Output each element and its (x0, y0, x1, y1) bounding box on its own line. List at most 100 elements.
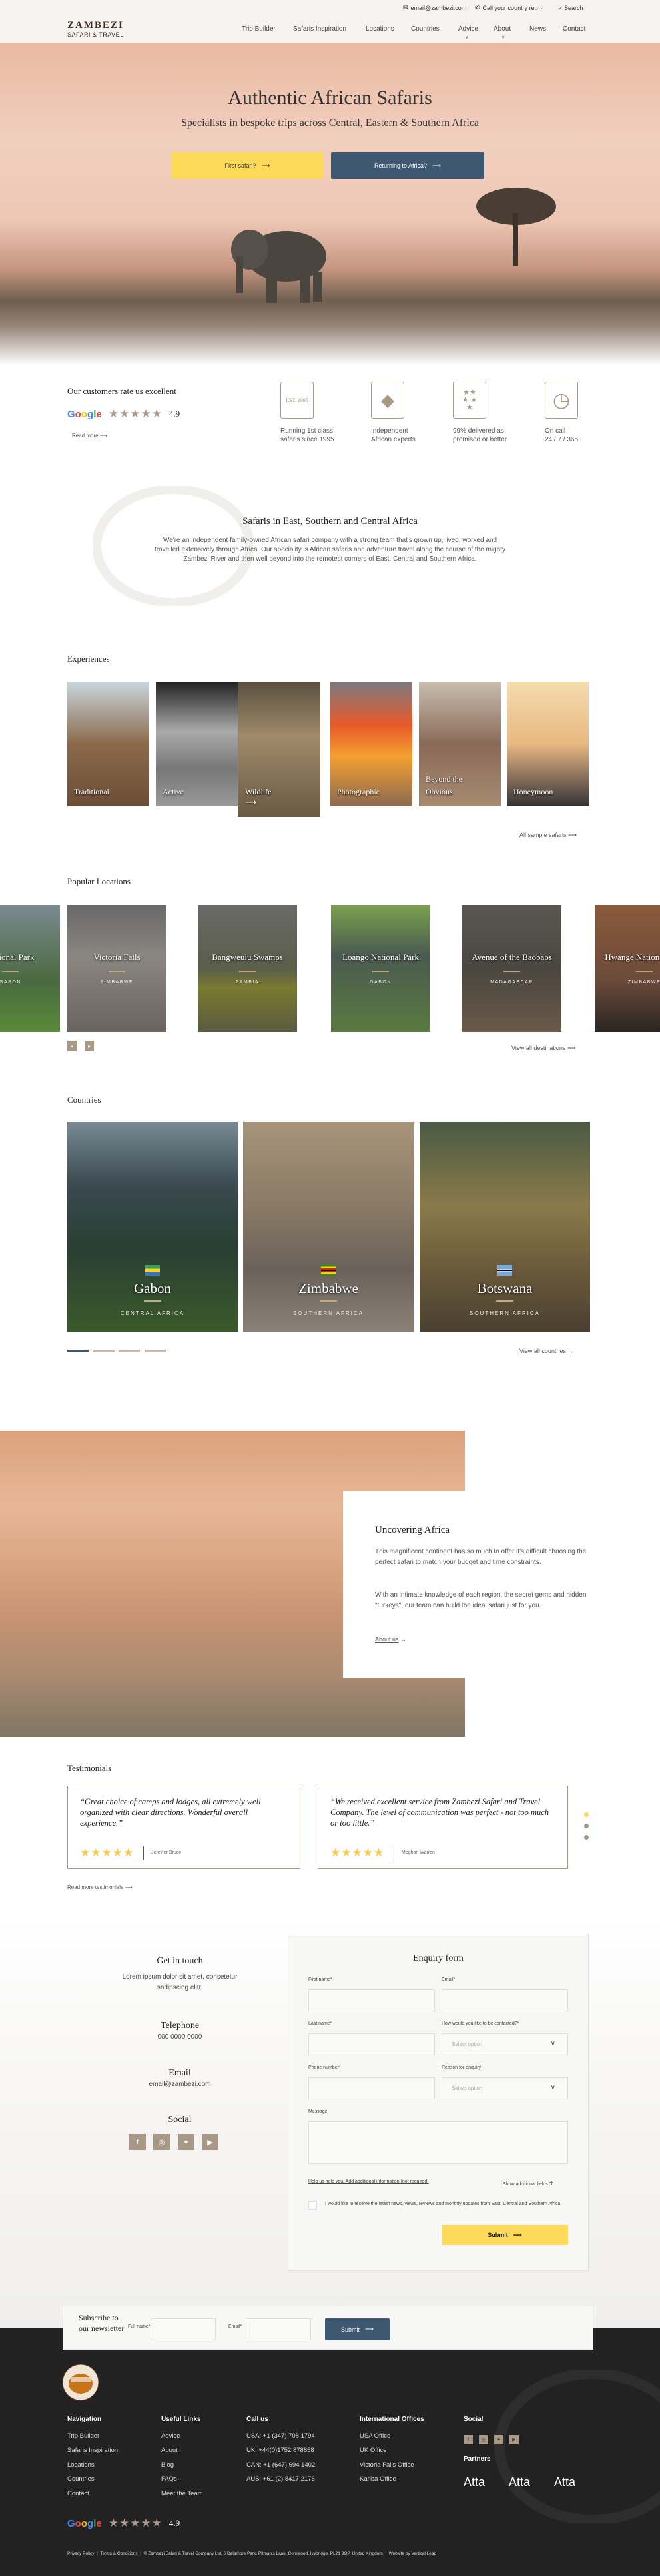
footer-link[interactable]: Advice (161, 2432, 180, 2440)
location-card[interactable]: Avenue of the Baobabs MADAGASCAR (462, 905, 561, 1032)
country-card-botswana[interactable]: Botswana SOUTHERN AFRICA (420, 1122, 590, 1332)
footer-logo[interactable] (62, 2364, 100, 2401)
experience-card-wildlife[interactable]: Wildlife ⟶ (238, 682, 320, 817)
zimbabwe-flag-icon (321, 1265, 336, 1276)
twitter-icon[interactable]: ✦ (178, 2134, 194, 2150)
footer-phone[interactable]: USA: +1 (347) 708 1794 (246, 2432, 315, 2440)
footer-call-title: Call us (246, 2416, 268, 2423)
location-card[interactable]: Hwange National ParkZIMBABWE (595, 905, 660, 1032)
testimonial-card: “Great choice of camps and lodges, all e… (67, 1786, 300, 1869)
carousel-next-button[interactable]: ▸ (85, 1041, 94, 1051)
footer-link[interactable]: Kariba Office (360, 2475, 396, 2483)
reason-select[interactable]: Select option ∨ (442, 2077, 568, 2099)
footer-link[interactable]: Victoria Falls Office (360, 2461, 414, 2469)
telephone-value[interactable]: 000 0000 0000 (100, 2033, 260, 2041)
facebook-icon[interactable]: f (129, 2134, 146, 2150)
nav-contact[interactable]: Contact (563, 25, 585, 33)
footer-phone[interactable]: AUS: +61 (2) 8417 2176 (246, 2475, 315, 2483)
location-card[interactable]: Loango National Park GABON (331, 905, 430, 1032)
additional-info-link[interactable]: Help us help you. Add additional informa… (308, 2179, 429, 2184)
experiences-title: Experiences (67, 654, 110, 664)
email-value[interactable]: email@zambezi.com (100, 2081, 260, 2088)
youtube-icon[interactable]: ▶ (202, 2134, 218, 2150)
consent-label: I would like to receive the latest news,… (325, 2202, 562, 2206)
footer-link[interactable]: Blog (161, 2461, 174, 2469)
search-button[interactable]: ⌕ Search (558, 4, 583, 11)
footer-link[interactable]: Safaris Inspiration (67, 2447, 118, 2454)
location-card[interactable]: Victoria Falls ZIMBABWE (67, 905, 166, 1032)
footer-link[interactable]: Trip Builder (67, 2432, 99, 2440)
top-email-link[interactable]: ✉ email@zambezi.com (403, 4, 466, 11)
youtube-icon[interactable]: ▶ (509, 2435, 519, 2444)
search-icon: ⌕ (558, 4, 562, 11)
newsletter-name-input[interactable] (151, 2318, 216, 2340)
footer-phone[interactable]: UK: +44(0)1752 878858 (246, 2447, 314, 2454)
message-textarea[interactable] (308, 2121, 568, 2164)
experience-card-active[interactable]: Active (156, 682, 238, 806)
email-input[interactable] (442, 1989, 568, 2011)
footer-phone[interactable]: CAN: +1 (647) 694 1402 (246, 2461, 315, 2469)
view-all-destinations-link[interactable]: View all destinations ⟶ (511, 1045, 576, 1052)
atta-partner-logo[interactable]: Atta (509, 2475, 530, 2489)
about-us-link[interactable]: About us → (375, 1636, 406, 1643)
instagram-icon[interactable]: ◎ (153, 2134, 170, 2150)
footer-link[interactable]: About (161, 2447, 178, 2454)
last-name-input[interactable] (308, 2033, 435, 2055)
footer-link[interactable]: Meet the Team (161, 2490, 203, 2497)
footer-link[interactable]: UK Office (360, 2447, 386, 2454)
nav-locations[interactable]: Locations (366, 25, 394, 33)
logo[interactable]: ZAMBEZI (67, 20, 124, 31)
newsletter-email-input[interactable] (246, 2318, 311, 2340)
carousel-dot[interactable] (93, 1350, 115, 1352)
country-card-zimbabwe[interactable]: Zimbabwe SOUTHERN AFRICA (243, 1122, 414, 1332)
atta-partner-logo[interactable]: Atta (554, 2475, 575, 2489)
footer-link[interactable]: Contact (67, 2490, 89, 2497)
testimonial-dot[interactable] (584, 1824, 589, 1828)
footer-link[interactable]: FAQs (161, 2475, 177, 2483)
nav-news[interactable]: News (529, 25, 546, 33)
atta-partner-logo[interactable]: Atta (464, 2475, 485, 2489)
twitter-icon[interactable]: ✦ (494, 2435, 503, 2444)
instagram-icon[interactable]: ◎ (479, 2435, 488, 2444)
nav-about[interactable]: About (494, 25, 511, 33)
view-all-countries-link[interactable]: View all countries → (519, 1348, 573, 1354)
carousel-prev-button[interactable]: ◂ (67, 1041, 77, 1051)
enquiry-submit-button[interactable]: Submit ⟶ (442, 2225, 568, 2245)
carousel-dot[interactable] (145, 1350, 166, 1352)
footer-link[interactable]: Countries (67, 2475, 95, 2483)
facebook-icon[interactable]: f (464, 2435, 473, 2444)
experience-card-beyond-the-obvious[interactable]: Beyond the Obvious (419, 682, 501, 806)
read-more-testimonials-link[interactable]: Read more testimonials ⟶ (67, 1884, 133, 1890)
location-card[interactable]: Bangweulu Swamps ZAMBIA (198, 905, 297, 1032)
first-name-input[interactable] (308, 1989, 435, 2011)
experience-card-photographic[interactable]: Photographic (330, 682, 412, 806)
nav-safaris-inspiration[interactable]: Safaris Inspiration (293, 25, 346, 33)
country-card-gabon[interactable]: Gabon CENTRAL AFRICA (67, 1122, 238, 1332)
newsletter-submit-button[interactable]: Submit ⟶ (325, 2318, 390, 2340)
location-card[interactable]: National ParkGABON (0, 905, 60, 1032)
footer-link[interactable]: USA Office (360, 2432, 390, 2440)
carousel-dot-active[interactable] (67, 1350, 89, 1352)
returning-to-africa-button[interactable]: Returning to Africa? ⟶ (331, 152, 484, 179)
nav-advice[interactable]: Advice (458, 25, 478, 33)
testimonial-dot-active[interactable] (584, 1812, 589, 1817)
experience-card-traditional[interactable]: Traditional (67, 682, 149, 806)
contact-method-select[interactable]: Select option ∨ (442, 2033, 568, 2055)
nav-trip-builder[interactable]: Trip Builder (242, 25, 276, 33)
nav-countries[interactable]: Countries (411, 25, 440, 33)
carousel-dot[interactable] (119, 1350, 140, 1352)
newsletter-consent-checkbox[interactable] (308, 2201, 317, 2210)
read-more-link[interactable]: Read more ⟶ (72, 433, 107, 439)
uncovering-africa-card: Uncovering Africa This magnificent conti… (343, 1491, 586, 1678)
all-sample-safaris-link[interactable]: All sample safaris ⟶ (519, 832, 577, 839)
footer-link[interactable]: Locations (67, 2461, 95, 2469)
first-safari-button[interactable]: First safari? ⟶ (171, 152, 324, 179)
show-additional-fields-button[interactable]: Show additional fields + (503, 2179, 553, 2187)
call-rep-dropdown[interactable]: ✆ Call your country rep ⌄ (475, 4, 544, 11)
experience-card-honeymoon[interactable]: Honeymoon (507, 682, 589, 806)
testimonial-dot[interactable] (584, 1835, 589, 1840)
legal-links[interactable]: Privacy Policy | Terms & Conditions | © … (67, 2551, 436, 2556)
phone-input[interactable] (308, 2077, 435, 2099)
message-label: Message (308, 2109, 328, 2114)
laurel-1995-icon: EST. 1995 (280, 382, 314, 419)
